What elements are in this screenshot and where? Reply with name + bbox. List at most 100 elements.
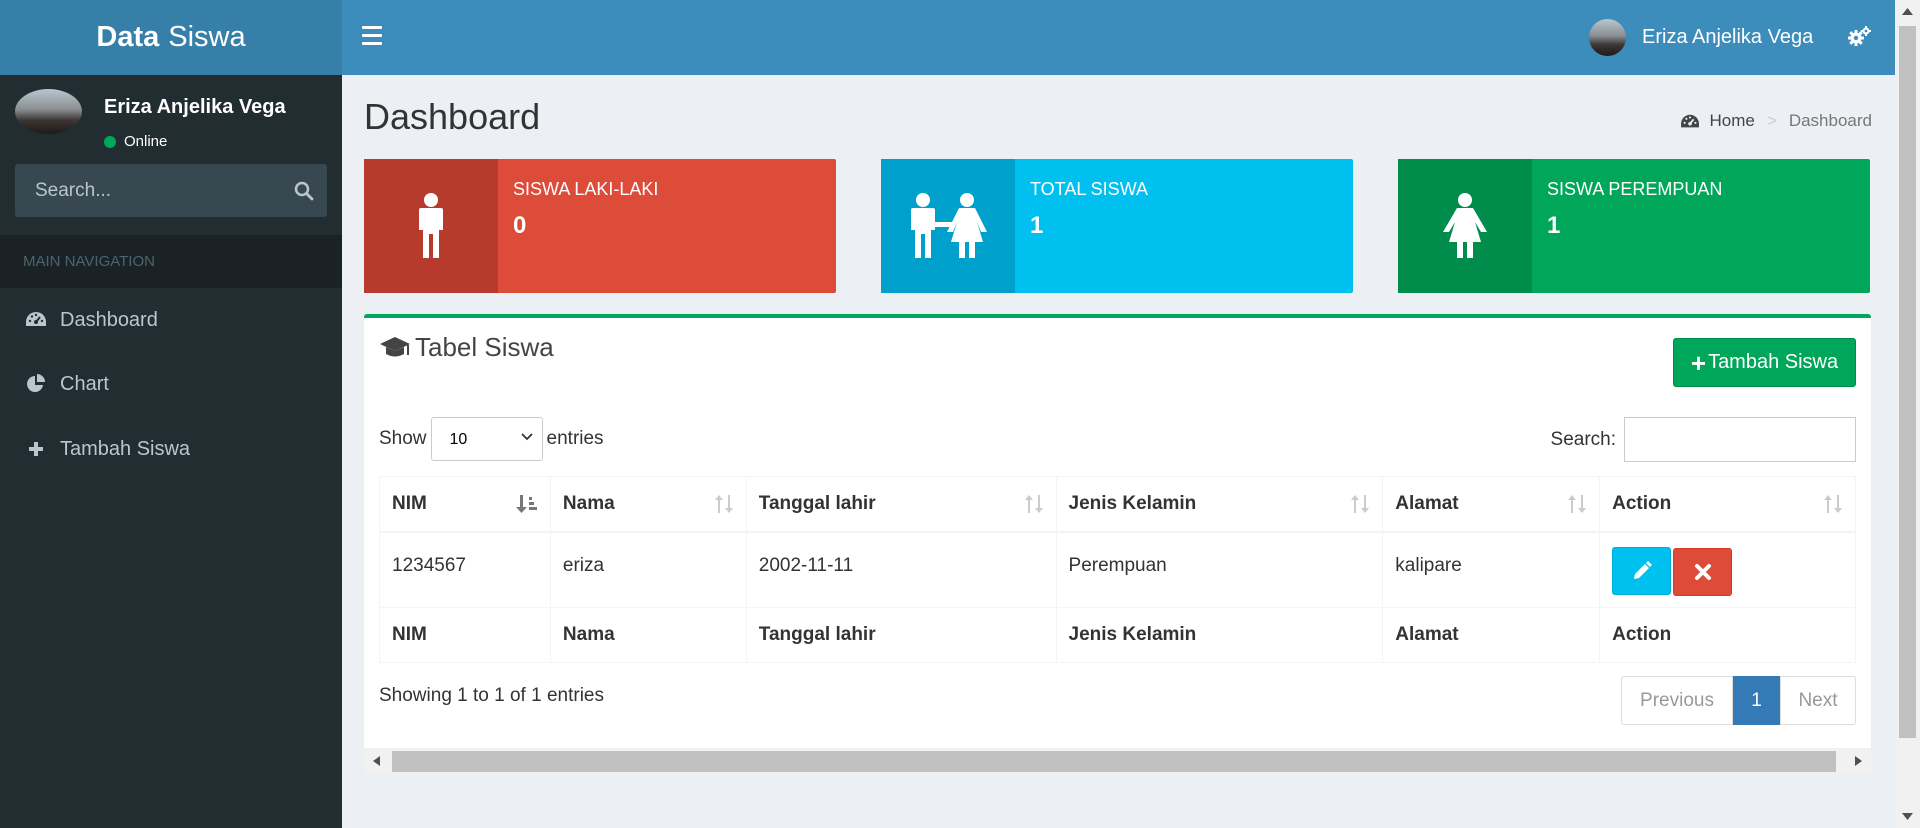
graduation-cap-icon — [379, 336, 411, 360]
show-label: Show — [379, 428, 427, 449]
pagination-previous-button[interactable]: Previous — [1621, 676, 1733, 725]
column-header-label: Alamat — [1395, 492, 1459, 514]
table-search-label: Search: — [1550, 428, 1616, 450]
plus-icon: + — [1690, 347, 1707, 378]
stat-icon-container — [881, 159, 1015, 293]
stat-value: 0 — [513, 212, 527, 239]
footer-header-nama: Nama — [549, 607, 747, 663]
sidebar-search-button[interactable] — [280, 164, 327, 217]
cell-nim: 1234567 — [379, 531, 551, 608]
breadcrumb-current: Dashboard — [1788, 111, 1872, 130]
column-header-label: Nama — [562, 492, 615, 514]
column-header-label: Tanggal lahir — [758, 492, 876, 514]
delete-button[interactable] — [1673, 547, 1733, 596]
column-header-tanggal-lahir[interactable]: Tanggal lahir — [745, 476, 1057, 533]
scroll-up-arrow-icon[interactable] — [1902, 8, 1913, 16]
plus-icon — [24, 441, 48, 457]
sort-icon — [1351, 495, 1370, 513]
female-icon — [1443, 193, 1487, 258]
box-title: Tabel Siswa — [379, 332, 554, 363]
cell-nama: eriza — [549, 531, 747, 608]
sidebar-user-name: Eriza Anjelika Vega — [104, 96, 286, 118]
nav-header: MAIN NAVIGATION — [0, 235, 342, 288]
sort-icon — [1568, 495, 1587, 513]
table-search-input[interactable] — [1624, 417, 1856, 462]
scroll-right-arrow-icon[interactable] — [1854, 756, 1862, 766]
column-header-alamat[interactable]: Alamat — [1382, 476, 1601, 533]
stat-content: TOTAL SISWA 1 — [1015, 159, 1163, 293]
sidebar-search — [15, 164, 327, 217]
pagination-next-button[interactable]: Next — [1780, 676, 1856, 725]
logo-light: Siswa — [168, 21, 246, 53]
pagination: Previous 1 Next — [1621, 676, 1856, 725]
breadcrumb: Home > Dashboard — [1680, 111, 1872, 131]
user-status-label: Online — [124, 133, 168, 150]
page-length-select[interactable]: 10 — [430, 417, 543, 461]
sort-icon — [1024, 495, 1043, 513]
students-table-box: Tabel Siswa + Tambah Siswa Show 10 entri… — [364, 314, 1871, 774]
footer-header-nim: NIM — [379, 607, 551, 663]
sort-icon — [714, 495, 733, 513]
pencil-icon — [1633, 560, 1652, 579]
sidebar-item-dashboard[interactable]: Dashboard — [0, 288, 342, 352]
footer-header-tanggal-lahir: Tanggal lahir — [745, 607, 1057, 663]
dashboard-icon — [24, 310, 48, 330]
navbar-user-name: Eriza Anjelika Vega — [1642, 26, 1814, 48]
sidebar-toggle-button[interactable] — [362, 26, 382, 48]
column-header-label: Action — [1612, 492, 1672, 514]
add-student-label: Tambah Siswa — [1708, 351, 1839, 373]
stat-box-female: SISWA PEREMPUAN 1 — [1398, 159, 1870, 293]
navbar-user-menu[interactable]: Eriza Anjelika Vega — [1589, 0, 1813, 75]
cell-tanggal-lahir: 2002-11-11 — [745, 531, 1057, 608]
settings-button[interactable] — [1847, 26, 1871, 53]
horizontal-scrollbar-thumb[interactable] — [392, 751, 1836, 772]
stat-label: SISWA LAKI-LAKI — [513, 179, 659, 199]
page-title: Dashboard — [364, 96, 541, 137]
edit-button[interactable] — [1612, 546, 1672, 595]
hamburger-icon — [362, 26, 382, 29]
top-navbar: Eriza Anjelika Vega — [342, 0, 1895, 75]
table-row: 1234567 eriza 2002-11-11 Perempuan kalip… — [379, 531, 1856, 608]
column-header-jenis-kelamin[interactable]: Jenis Kelamin — [1055, 476, 1384, 533]
scroll-left-arrow-icon[interactable] — [373, 756, 381, 766]
sidebar-item-label: Tambah Siswa — [60, 437, 191, 460]
sidebar-item-label: Dashboard — [60, 308, 158, 331]
sidebar-search-input[interactable] — [15, 164, 280, 217]
vertical-scrollbar[interactable] — [1895, 0, 1920, 828]
pagination-page-button[interactable]: 1 — [1733, 676, 1780, 725]
breadcrumb-home-link[interactable]: Home — [1710, 111, 1755, 131]
hamburger-icon — [362, 42, 382, 45]
column-header-label: Jenis Kelamin — [1068, 492, 1197, 514]
footer-header-alamat: Alamat — [1382, 607, 1601, 663]
breadcrumb-separator: > — [1766, 111, 1777, 130]
column-header-nim[interactable]: NIM — [379, 476, 551, 533]
vertical-scrollbar-thumb[interactable] — [1899, 26, 1916, 738]
stat-box-male: SISWA LAKI-LAKI 0 — [364, 159, 836, 293]
sidebar-item-label: Chart — [60, 372, 109, 395]
students-table: NIM Nama Tanggal lahir Jenis Kelamin Ala… — [379, 476, 1856, 663]
close-icon — [1694, 563, 1711, 580]
app-logo[interactable]: Data Siswa — [0, 0, 342, 75]
dashboard-icon — [1680, 113, 1700, 130]
sort-asc-icon — [515, 495, 537, 513]
table-info: Showing 1 to 1 of 1 entries — [379, 685, 604, 706]
footer-header-action: Action — [1599, 607, 1856, 663]
sidebar: Data Siswa Eriza Anjelika Vega Online MA… — [0, 0, 342, 828]
column-header-nama[interactable]: Nama — [549, 476, 747, 533]
stat-icon-container — [364, 159, 498, 293]
user-panel: Eriza Anjelika Vega Online — [0, 75, 342, 163]
stat-label: SISWA PEREMPUAN — [1547, 179, 1723, 199]
avatar — [1589, 19, 1626, 56]
gears-icon — [1848, 26, 1871, 46]
couple-icon — [911, 193, 987, 258]
scroll-down-arrow-icon[interactable] — [1902, 812, 1913, 820]
stat-value: 1 — [1030, 212, 1044, 239]
sidebar-item-chart[interactable]: Chart — [0, 352, 342, 416]
user-status[interactable]: Online — [104, 133, 167, 150]
sidebar-item-tambah-siswa[interactable]: Tambah Siswa — [0, 417, 342, 481]
page-length-control: Show 10 entries — [379, 417, 604, 461]
horizontal-scrollbar[interactable] — [364, 748, 1871, 774]
column-header-action[interactable]: Action — [1599, 476, 1856, 533]
table-footer-row: NIM Nama Tanggal lahir Jenis Kelamin Ala… — [379, 607, 1856, 663]
add-student-button[interactable]: + Tambah Siswa — [1673, 338, 1856, 387]
